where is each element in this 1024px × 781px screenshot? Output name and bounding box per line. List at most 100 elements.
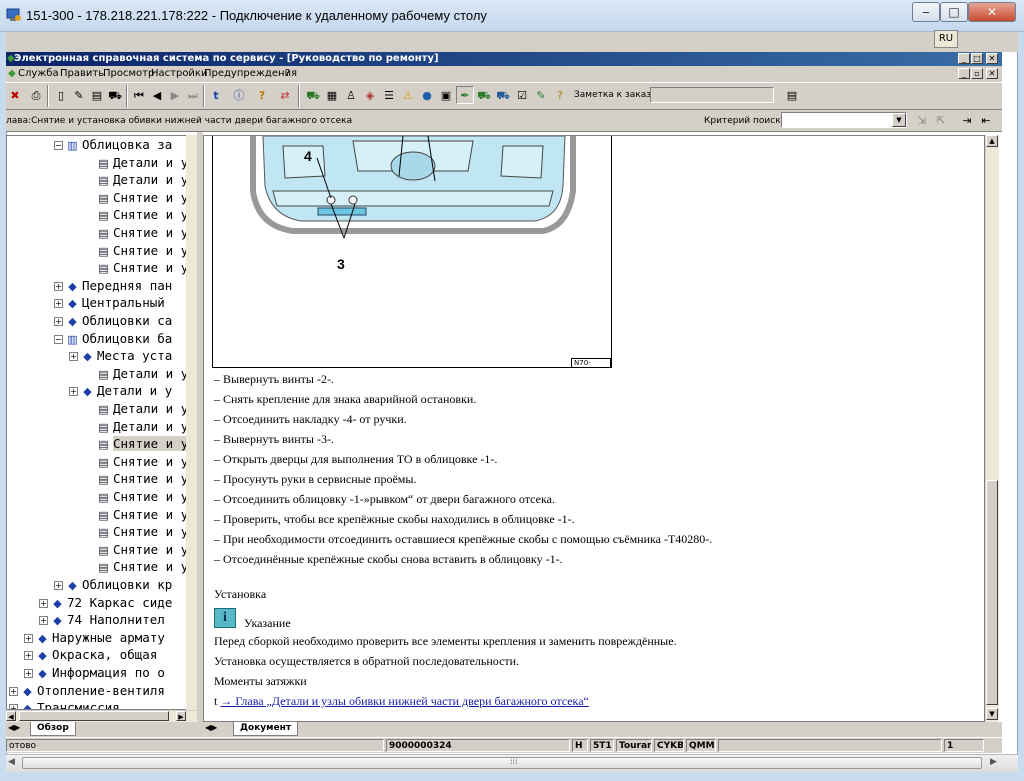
tree-node[interactable]: − ▥ Облицовка за <box>54 136 172 153</box>
tree-node[interactable]: + ◆ Отопление-вентиля <box>9 682 165 699</box>
tab-overview[interactable]: Обзор <box>30 722 76 736</box>
help-doc-icon[interactable]: ? <box>551 86 569 104</box>
tree-node[interactable]: + ◆ Передняя пан <box>54 277 172 294</box>
tree-node[interactable]: + ◆ Места уста <box>69 347 172 364</box>
list-icon[interactable]: ☰ <box>380 86 398 104</box>
scroll-up-icon[interactable]: ▲ <box>986 135 998 147</box>
expand-icon[interactable]: + <box>54 317 63 326</box>
rdp-scroll-thumb[interactable] <box>22 757 982 769</box>
calculator-icon[interactable]: ▦ <box>323 86 341 104</box>
print-icon[interactable]: ⎙ <box>27 86 45 104</box>
book-red-icon[interactable]: ◈ <box>361 86 379 104</box>
help-icon[interactable]: ? <box>253 86 271 104</box>
tree-node[interactable]: ▤ Снятие и у <box>84 242 188 259</box>
tree-node[interactable]: + ◆ Наружные армату <box>24 629 165 646</box>
expand-icon[interactable]: + <box>24 651 33 661</box>
order-note-button[interactable]: ▤ <box>783 86 801 104</box>
app-maximize-button[interactable]: □ <box>971 53 983 64</box>
tree-node[interactable]: ▤ Снятие и у <box>84 453 188 470</box>
tree-node[interactable]: + ◆ Центральный <box>54 294 165 311</box>
tree-node[interactable]: + ◆ 72 Каркас сиде <box>39 594 172 611</box>
app-minimize-button[interactable]: _ <box>958 53 970 64</box>
tree-node[interactable]: + ◆ 74 Наполнител <box>39 611 165 628</box>
car-green-icon[interactable]: ⛟ <box>304 86 322 104</box>
expand-icon[interactable]: + <box>69 387 78 397</box>
tree-node[interactable]: ▤ Снятие и у <box>84 523 188 540</box>
scroll-right-icon[interactable]: ▶ <box>176 711 186 721</box>
pen-icon[interactable]: ✒ <box>456 86 474 104</box>
vehicle-icon[interactable]: ⛟ <box>106 86 124 104</box>
tree-node[interactable]: ▤ Снятие и у <box>84 206 188 223</box>
notes-icon[interactable]: ▤ <box>88 86 106 104</box>
app-close-button[interactable]: ✕ <box>986 53 998 64</box>
expand-icon[interactable]: + <box>24 669 33 678</box>
doc-minimize-button[interactable]: _ <box>958 68 970 79</box>
content-scroll-thumb[interactable] <box>986 480 998 705</box>
car-blue-icon[interactable]: ⛟ <box>494 86 512 104</box>
tree-node[interactable]: ▤ Снятие и у <box>84 470 188 487</box>
tab-scroll-arrows-right[interactable]: ◀▶ <box>205 723 217 732</box>
save-icon[interactable]: ▣ <box>437 86 455 104</box>
scroll-left-icon[interactable]: ◀ <box>6 711 16 721</box>
search-criteria-select[interactable]: ▼ <box>781 112 907 128</box>
jump-icon[interactable]: t <box>207 86 225 104</box>
tab-document[interactable]: Документ <box>233 722 299 736</box>
search-back-icon[interactable]: ⇱ <box>932 111 950 129</box>
edit-doc-icon[interactable]: ✎ <box>70 86 88 104</box>
sync-icon[interactable]: ⇄ <box>276 86 294 104</box>
prev-page-icon[interactable]: ◀ <box>148 86 166 104</box>
menu-settings[interactable]: Настройки <box>151 67 207 81</box>
rdp-scroll-right-icon[interactable]: ▶ <box>990 757 997 767</box>
info-icon[interactable]: ⓘ <box>230 86 248 104</box>
rdp-maximize-button[interactable]: □ <box>940 2 968 22</box>
tree-node[interactable]: ▤ Детали и у <box>84 400 188 417</box>
tree-horizontal-scrollbar[interactable]: ◀ ▶ <box>6 710 197 722</box>
exit-icon[interactable]: ✖ <box>6 86 24 104</box>
tree-node[interactable]: ▤ Снятие и у <box>84 224 188 241</box>
menu-edit[interactable]: Править <box>60 67 104 81</box>
tree-node[interactable]: ▤ Детали и у <box>84 418 188 435</box>
doc-close-button[interactable]: ✕ <box>986 68 998 79</box>
first-page-icon[interactable]: ⏮ <box>130 86 148 104</box>
expand-icon[interactable]: + <box>54 281 63 291</box>
tree-node[interactable]: ▤ Детали и у <box>84 171 188 188</box>
collapse-icon[interactable]: − <box>54 141 63 150</box>
tree-node[interactable]: ▤ Снятие и у <box>84 189 188 206</box>
rdp-close-button[interactable]: ✕ <box>968 2 1016 22</box>
expand-icon[interactable]: + <box>24 633 33 643</box>
expand-icon[interactable]: + <box>54 299 63 309</box>
tree-node[interactable]: + ◆ Окраска, общая <box>24 646 157 663</box>
tree-node[interactable]: + ◆ Информация по о <box>24 664 165 681</box>
tree-node[interactable]: ▤ Снятие и у <box>84 488 188 505</box>
menu-warnings[interactable]: Предупреждения <box>204 67 297 81</box>
tree-node[interactable]: ▤ Детали и у <box>84 365 188 382</box>
last-page-icon[interactable]: ⏭ <box>184 86 202 104</box>
menu-help[interactable]: ? <box>285 67 290 81</box>
tree-node[interactable]: ▤ Снятие и у <box>84 558 188 575</box>
checklist-icon[interactable]: ☑ <box>513 86 531 104</box>
tree-hscroll-thumb[interactable] <box>19 711 169 721</box>
tree-node[interactable]: ▤ Снятие и у <box>84 435 189 452</box>
expand-icon[interactable]: + <box>9 686 18 696</box>
person-icon[interactable]: ♙ <box>342 86 360 104</box>
collapse-pane-icon[interactable]: ⇤ <box>977 111 995 129</box>
tree-node[interactable]: + ◆ Трансмиссия <box>9 699 120 709</box>
rdp-scroll-left-icon[interactable]: ◀ <box>8 757 15 767</box>
car-icon[interactable]: ⛟ <box>475 86 493 104</box>
expand-icon[interactable]: + <box>39 598 48 608</box>
order-note-input[interactable] <box>650 87 774 103</box>
globe-icon[interactable]: ● <box>418 86 436 104</box>
torque-chapter-link[interactable]: → Глава „Детали и узлы обивки нижней час… <box>220 694 589 708</box>
search-forward-icon[interactable]: ⇲ <box>913 111 931 129</box>
tree-node[interactable]: ▤ Детали и у <box>84 154 188 171</box>
tree-node[interactable]: − ▥ Облицовки ба <box>54 330 172 347</box>
tree-node[interactable]: ▤ Снятие и у <box>84 541 188 558</box>
warning-icon[interactable]: ⚠ <box>399 86 417 104</box>
edit-green-icon[interactable]: ✎ <box>532 86 550 104</box>
expand-icon[interactable]: + <box>39 616 48 626</box>
collapse-icon[interactable]: − <box>54 334 63 344</box>
expand-pane-icon[interactable]: ⇥ <box>958 111 976 129</box>
next-page-icon[interactable]: ▶ <box>166 86 184 104</box>
tab-scroll-arrows[interactable]: ◀▶ <box>8 723 20 732</box>
tree-node[interactable]: ▤ Снятие и у <box>84 506 188 523</box>
